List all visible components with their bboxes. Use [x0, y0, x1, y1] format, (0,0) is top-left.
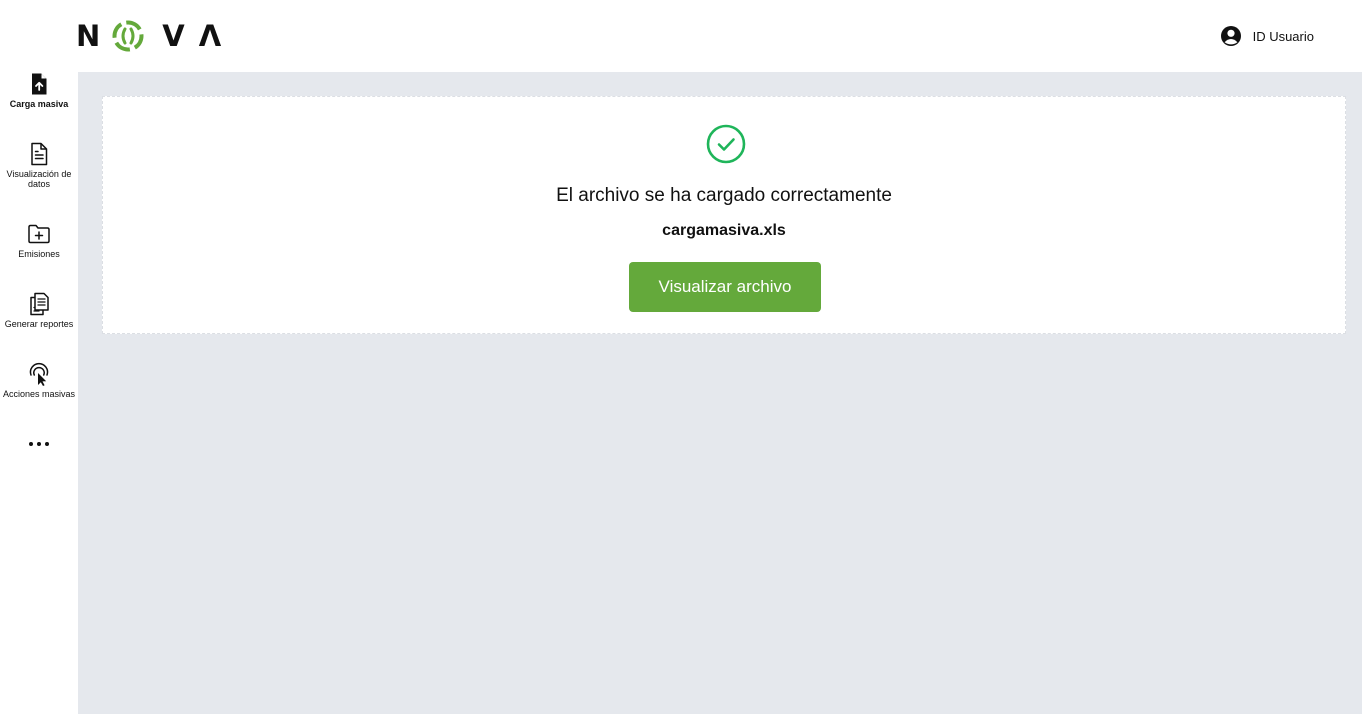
logo-letter-n: N: [76, 19, 101, 53]
sidebar-item-emisiones[interactable]: Emisiones: [0, 222, 78, 259]
sidebar-item-carga-masiva[interactable]: Carga masiva: [0, 72, 78, 109]
logo-letter-v: V: [162, 19, 185, 53]
sidebar-item-label: Generar reportes: [4, 319, 74, 329]
logo-letter-a: Λ: [198, 19, 222, 53]
sidebar-item-acciones-masivas[interactable]: Acciones masivas: [0, 362, 78, 399]
folder-plus-icon: [28, 224, 50, 244]
nova-logo[interactable]: N V Λ: [76, 18, 221, 54]
sidebar-item-generar-reportes[interactable]: Generar reportes: [0, 292, 78, 329]
sidebar-more-button[interactable]: [0, 436, 78, 452]
sidebar-item-visualizacion-de-datos[interactable]: Visualización de datos: [0, 142, 78, 189]
sidebar-item-label: Emisiones: [18, 249, 60, 259]
user-menu[interactable]: ID Usuario: [1220, 24, 1314, 48]
sidebar-item-label: Visualización de datos: [6, 169, 72, 189]
user-id-label: ID Usuario: [1252, 28, 1314, 44]
upload-result-card: El archivo se ha cargado correctamente c…: [102, 96, 1346, 334]
sidebar-nav: Carga masiva Visualización de datos Emis…: [0, 72, 78, 714]
touch-click-icon: [29, 362, 49, 386]
uploaded-filename: cargamasiva.xls: [662, 222, 786, 239]
user-circle-icon: [1220, 26, 1241, 46]
top-header: N V Λ ID Usuario: [0, 0, 1362, 72]
document-icon: [31, 142, 48, 166]
file-upload-icon: [32, 73, 47, 95]
sidebar-item-label: Acciones masivas: [2, 389, 76, 399]
main-content: El archivo se ha cargado correctamente c…: [78, 72, 1362, 714]
view-file-button[interactable]: Visualizar archivo: [629, 262, 821, 312]
more-horizontal-icon: [29, 442, 49, 446]
logo-o-mark-icon: [112, 20, 144, 52]
check-circle-icon: [706, 124, 746, 164]
reports-icon: [30, 292, 49, 316]
upload-success-message: El archivo se ha cargado correctamente: [556, 185, 892, 206]
sidebar-item-label: Carga masiva: [9, 99, 69, 109]
